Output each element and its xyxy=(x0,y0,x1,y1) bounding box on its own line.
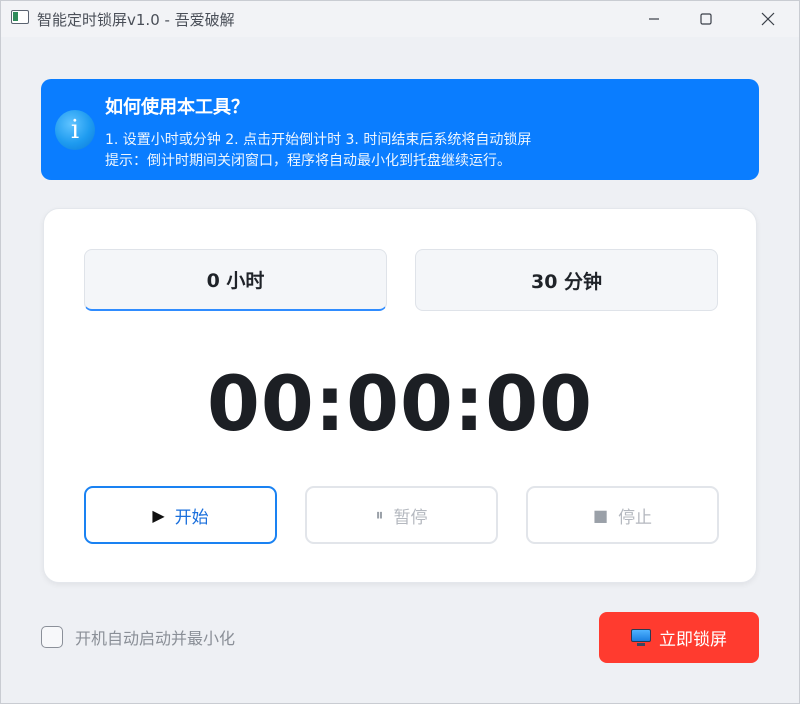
autostart-label: 开机自动启动并最小化 xyxy=(75,629,236,648)
start-button-label: 开始 xyxy=(174,507,209,528)
maximize-button[interactable] xyxy=(683,1,729,37)
maximize-icon xyxy=(700,13,712,25)
monitor-icon xyxy=(631,628,651,647)
pause-button-label: 暂停 xyxy=(393,507,428,528)
pause-icon: ⏸ xyxy=(375,505,384,524)
autostart-option[interactable]: 开机自动启动并最小化 xyxy=(41,625,235,649)
lock-now-button[interactable]: 立即锁屏 xyxy=(599,612,759,663)
window-title: 智能定时锁屏v1.0 - 吾爱破解 xyxy=(37,11,235,29)
banner-tip-text: 提示：倒计时期间关闭窗口，程序将自动最小化到托盘继续运行。 xyxy=(105,153,511,169)
minimize-icon xyxy=(649,18,659,20)
close-button[interactable] xyxy=(745,1,791,37)
close-icon xyxy=(761,12,775,26)
usage-info-banner: i 如何使用本工具？ 1. 设置小时或分钟 2. 点击开始倒计时 3. 时间结束… xyxy=(41,79,759,180)
app-window: 智能定时锁屏v1.0 - 吾爱破解 i 如何使用本工具？ 1. 设置小时或分钟 … xyxy=(0,0,800,704)
stop-button-label: 停止 xyxy=(618,507,653,528)
info-icon: i xyxy=(55,110,95,150)
minimize-button[interactable] xyxy=(631,1,677,37)
banner-title: 如何使用本工具？ xyxy=(105,97,249,118)
pause-button[interactable]: ⏸ 暂停 xyxy=(305,486,498,544)
stop-icon: ■ xyxy=(592,505,609,525)
hours-input[interactable]: 0 小时 xyxy=(84,249,387,311)
timer-card: 0 小时 30 分钟 00:00:00 ▶ 开始 ⏸ 暂停 ■ 停止 xyxy=(43,208,757,583)
lock-now-label: 立即锁屏 xyxy=(659,630,727,650)
app-icon xyxy=(11,10,29,24)
minutes-input[interactable]: 30 分钟 xyxy=(415,249,718,311)
play-icon: ▶ xyxy=(152,505,165,525)
title-bar: 智能定时锁屏v1.0 - 吾爱破解 xyxy=(1,1,799,37)
banner-steps-text: 1. 设置小时或分钟 2. 点击开始倒计时 3. 时间结束后系统将自动锁屏 xyxy=(105,132,532,148)
autostart-checkbox[interactable] xyxy=(41,626,63,648)
stop-button[interactable]: ■ 停止 xyxy=(526,486,719,544)
countdown-display: 00:00:00 xyxy=(206,359,594,448)
start-button[interactable]: ▶ 开始 xyxy=(84,486,277,544)
